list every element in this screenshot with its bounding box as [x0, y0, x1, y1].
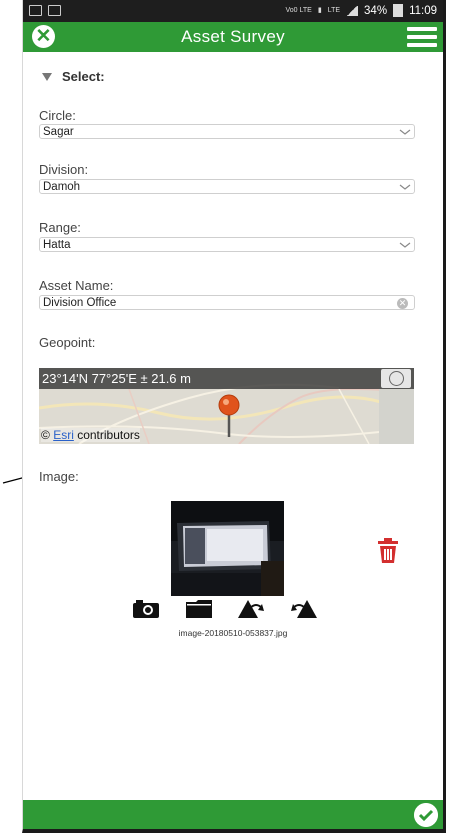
circle-value: Sagar	[43, 126, 74, 138]
status-bar: Vo0 LTE ▮ LTE 34% 11:09	[23, 0, 443, 22]
phone-screen: Vo0 LTE ▮ LTE 34% 11:09 ✕ Asset Survey S…	[22, 0, 446, 833]
chevron-down-icon	[399, 129, 411, 135]
asset-name-label: Asset Name:	[39, 278, 114, 293]
division-label: Division:	[39, 162, 89, 177]
range-value: Hatta	[43, 239, 71, 251]
signal-icon	[346, 5, 359, 16]
clock: 11:09	[409, 4, 437, 17]
captured-image[interactable]	[171, 501, 284, 596]
chevron-down-icon	[399, 242, 411, 248]
chevron-down-icon	[399, 184, 411, 190]
asset-name-input[interactable]: Division Office ✕	[39, 295, 415, 310]
mail-icon	[48, 5, 61, 16]
range-label: Range:	[39, 220, 81, 235]
circle-select[interactable]: Sagar	[39, 124, 415, 139]
section-title: Select:	[62, 69, 105, 84]
collapse-triangle-icon	[42, 72, 52, 81]
image-label: Image:	[39, 469, 79, 484]
sim-icon: ▮	[317, 7, 322, 14]
app-title: Asset Survey	[181, 27, 285, 46]
photo-content	[171, 501, 284, 596]
copyright-symbol: ©	[41, 428, 50, 442]
attribution-text: contributors	[73, 428, 140, 442]
esri-link[interactable]: Esri	[53, 428, 74, 442]
locate-button[interactable]	[381, 369, 411, 388]
map-attribution: © Esri contributors	[41, 428, 140, 442]
division-select[interactable]: Damoh	[39, 179, 415, 194]
image-filename: image-20180510-053837.jpg	[178, 628, 288, 638]
image-icon	[29, 5, 42, 16]
volte-indicator: Vo0 LTE	[285, 7, 312, 14]
range-select[interactable]: Hatta	[39, 237, 415, 252]
battery-percent: 34%	[364, 4, 388, 17]
asset-name-value: Division Office	[43, 297, 117, 309]
rotate-left-icon[interactable]	[238, 600, 264, 618]
battery-icon	[393, 4, 404, 17]
clear-icon[interactable]: ✕	[397, 298, 408, 309]
crosshair-icon	[389, 371, 404, 386]
rotate-right-icon[interactable]	[291, 600, 317, 618]
section-header[interactable]: Select:	[42, 69, 105, 84]
app-bar: ✕ Asset Survey	[23, 22, 443, 52]
folder-icon[interactable]	[186, 600, 212, 618]
lte-indicator: LTE	[327, 7, 341, 14]
circle-label: Circle:	[39, 108, 76, 123]
delete-icon[interactable]	[375, 538, 401, 564]
division-value: Damoh	[43, 181, 81, 193]
coordinate-text: 23°14'N 77°25'E ± 21.6 m	[42, 371, 191, 386]
coordinate-readout: 23°14'N 77°25'E ± 21.6 m	[39, 368, 414, 389]
geopoint-map[interactable]: 23°14'N 77°25'E ± 21.6 m © Esri contribu…	[39, 368, 414, 444]
map-pin-icon	[218, 394, 240, 437]
camera-icon[interactable]	[133, 600, 159, 618]
check-circle-icon[interactable]	[414, 803, 438, 827]
geopoint-label: Geopoint:	[39, 335, 96, 350]
hamburger-menu-icon[interactable]	[407, 27, 437, 47]
footer-bar	[23, 800, 443, 829]
